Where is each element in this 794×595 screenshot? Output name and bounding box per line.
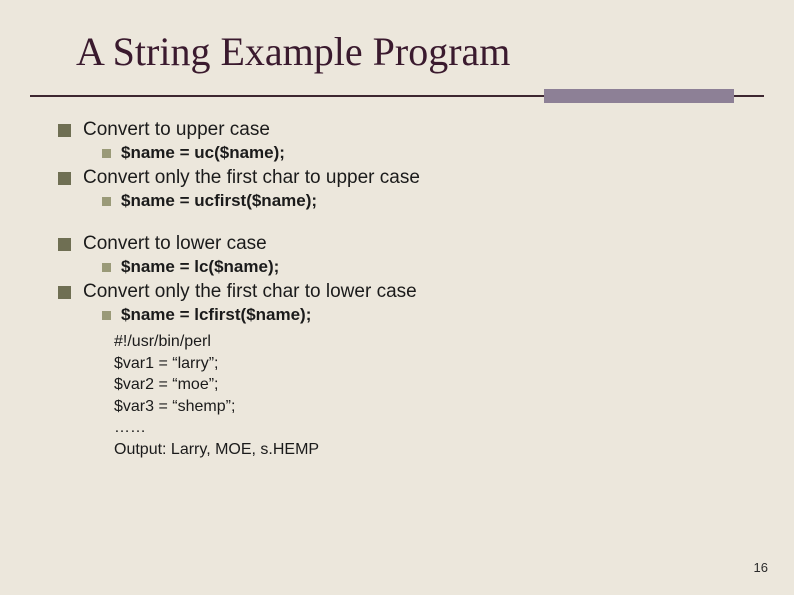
title-underline xyxy=(0,89,794,103)
square-bullet-icon xyxy=(58,172,71,185)
subbullet-lcfirst: $name = lcfirst($name); xyxy=(102,305,746,325)
bullet-lower-case: Convert to lower case xyxy=(58,233,746,255)
code-line: $var3 = “shemp”; xyxy=(114,396,746,418)
subbullet-ucfirst: $name = ucfirst($name); xyxy=(102,191,746,211)
square-bullet-icon xyxy=(102,197,111,206)
bullet-lcfirst: Convert only the first char to lower cas… xyxy=(58,281,746,303)
bullet-upper-case: Convert to upper case xyxy=(58,119,746,141)
accent-bar xyxy=(544,89,734,103)
code-text: $name = uc($name); xyxy=(121,143,285,163)
square-bullet-icon xyxy=(58,124,71,137)
code-line: Output: Larry, MOE, s.HEMP xyxy=(114,439,746,461)
bullet-text: Convert only the first char to upper cas… xyxy=(83,167,420,189)
bullet-text: Convert to upper case xyxy=(83,119,270,141)
square-bullet-icon xyxy=(102,311,111,320)
subbullet-uc: $name = uc($name); xyxy=(102,143,746,163)
bullet-text: Convert only the first char to lower cas… xyxy=(83,281,417,303)
code-text: $name = ucfirst($name); xyxy=(121,191,317,211)
slide-title: A String Example Program xyxy=(0,0,794,75)
code-line: #!/usr/bin/perl xyxy=(114,331,746,353)
code-text: $name = lcfirst($name); xyxy=(121,305,311,325)
slide-body: Convert to upper case $name = uc($name);… xyxy=(0,103,794,461)
page-number: 16 xyxy=(754,560,768,575)
code-line: $var2 = “moe”; xyxy=(114,374,746,396)
code-text: $name = lc($name); xyxy=(121,257,279,277)
square-bullet-icon xyxy=(58,238,71,251)
subbullet-lc: $name = lc($name); xyxy=(102,257,746,277)
square-bullet-icon xyxy=(102,149,111,158)
code-line: …… xyxy=(114,417,746,439)
bullet-ucfirst: Convert only the first char to upper cas… xyxy=(58,167,746,189)
code-line: $var1 = “larry”; xyxy=(114,353,746,375)
square-bullet-icon xyxy=(58,286,71,299)
bullet-text: Convert to lower case xyxy=(83,233,267,255)
code-example: #!/usr/bin/perl $var1 = “larry”; $var2 =… xyxy=(114,331,746,461)
square-bullet-icon xyxy=(102,263,111,272)
